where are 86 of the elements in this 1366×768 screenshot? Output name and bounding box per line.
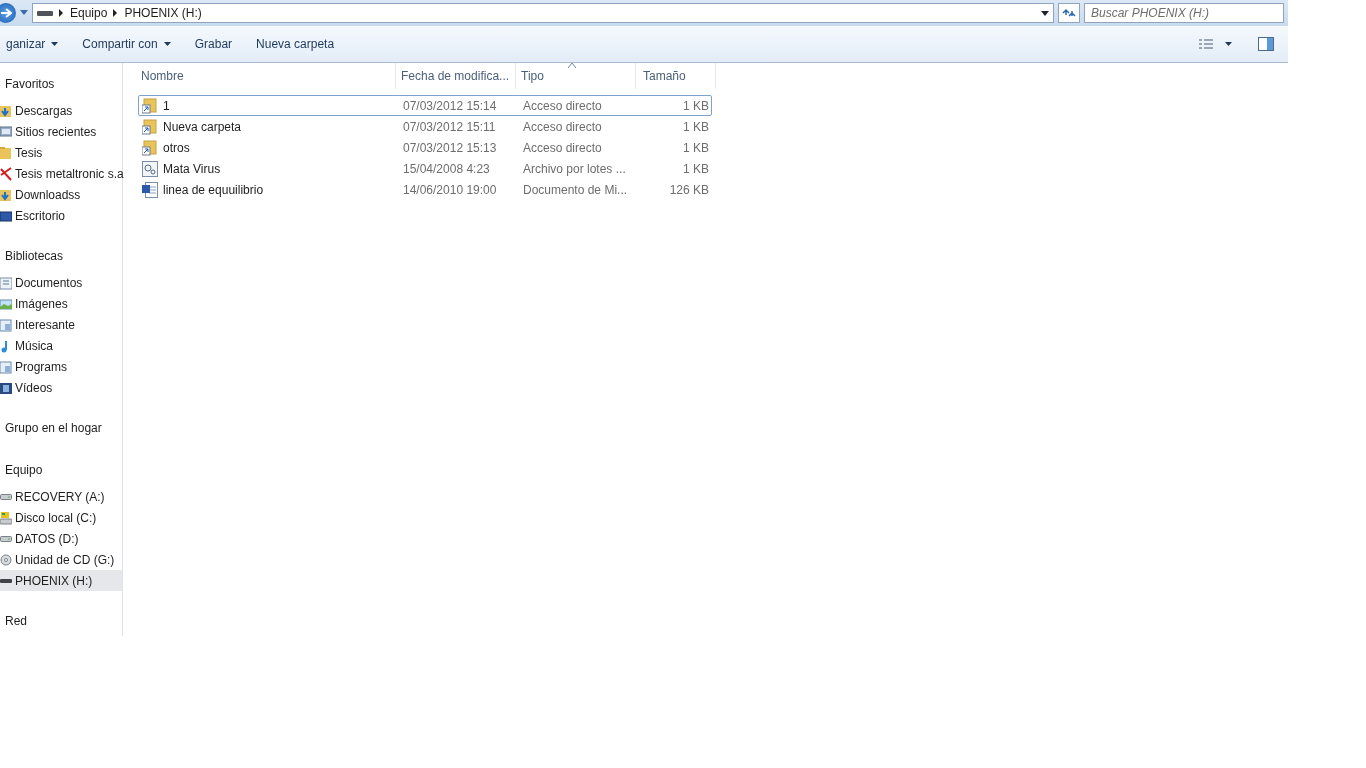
size-cell-text: 1 KB xyxy=(682,140,709,155)
nav-item[interactable]: RECOVERY (A:) xyxy=(0,486,122,507)
desktop-icon xyxy=(0,208,12,223)
word-file-icon xyxy=(142,181,158,198)
toolbar-button[interactable]: Nueva carpeta xyxy=(246,33,345,55)
drive-icon xyxy=(37,9,53,17)
nav-group-header[interactable]: Equipo xyxy=(0,461,122,482)
nav-item[interactable]: Sitios recientes xyxy=(0,121,122,142)
refresh-button[interactable] xyxy=(1058,3,1080,23)
download-icon xyxy=(0,103,12,118)
caret-icon[interactable] xyxy=(1041,10,1049,16)
nav-item[interactable]: Vídeos xyxy=(0,377,122,398)
toolbar-button[interactable]: Compartir con xyxy=(72,33,181,55)
file-row[interactable]: Mata Virus 15/04/2008 4:23 Archivo por lotes ... 1 KB xyxy=(138,158,712,179)
nav-item[interactable]: PHOENIX (H:) xyxy=(0,570,122,591)
pictures-icon xyxy=(0,296,12,311)
nav-item[interactable]: Tesis xyxy=(0,142,122,163)
nav-item[interactable]: Documentos xyxy=(0,272,122,293)
nav-group-header[interactable]: Bibliotecas xyxy=(0,247,122,268)
file-row[interactable]: linea de equuilibrio 14/06/2010 19:00 Documento de Mi... 126 KB xyxy=(138,179,712,200)
chevron-icon[interactable] xyxy=(113,9,119,17)
nav-item[interactable]: DATOS (D:) xyxy=(0,528,122,549)
removable-drive-icon xyxy=(0,578,12,583)
type-cell-text: Acceso directo xyxy=(522,98,603,113)
folder-icon xyxy=(0,145,12,160)
breadcrumb[interactable]: PHOENIX (H:) xyxy=(124,6,202,20)
documents-icon xyxy=(0,275,12,290)
nav-item[interactable]: Downloadss xyxy=(0,184,122,205)
column-header[interactable]: Fecha de modifica... xyxy=(396,63,516,89)
chevron-icon[interactable] xyxy=(59,9,64,17)
nav-item[interactable]: Imágenes xyxy=(0,293,122,314)
type-cell-text: Acceso directo xyxy=(522,119,603,134)
toolbar-button[interactable]: ganizar xyxy=(0,33,69,55)
preview-pane-icon[interactable] xyxy=(1258,37,1274,51)
address-bar[interactable]: Equipo PHOENIX (H:) xyxy=(32,3,1054,23)
file-name: Nueva carpeta xyxy=(163,119,242,134)
file-row[interactable]: otros 07/03/2012 15:13 Acceso directo 1 KB xyxy=(138,137,712,158)
size-cell-text: 1 KB xyxy=(682,98,709,113)
nav-item[interactable]: Interesante xyxy=(0,314,122,335)
breadcrumb[interactable]: Equipo xyxy=(70,6,108,20)
arrow-icon xyxy=(0,8,12,18)
nav-group-header[interactable]: Red xyxy=(0,612,122,633)
date-cell-text: 07/03/2012 15:13 xyxy=(402,140,498,155)
type-cell-text: Archivo por lotes ... xyxy=(522,161,627,176)
column-header[interactable]: Tipo xyxy=(516,63,636,89)
date-cell-text: 07/03/2012 15:11 xyxy=(402,119,497,134)
file-name: otros xyxy=(163,140,190,155)
nav-group-header[interactable]: Grupo en el hogar xyxy=(0,419,122,440)
drive-icon xyxy=(0,535,12,542)
date-cell-text: 07/03/2012 15:14 xyxy=(402,98,498,113)
shortcut-file-icon xyxy=(142,97,158,114)
nav-item[interactable]: Música xyxy=(0,335,122,356)
nav-group-header[interactable]: Favoritos xyxy=(0,75,122,96)
nav-item[interactable]: Escritorio xyxy=(0,205,122,226)
file-row[interactable]: 1 07/03/2012 15:14 Acceso directo 1 KB xyxy=(138,95,712,116)
shortcut-file-icon xyxy=(142,118,158,135)
refresh-icon xyxy=(1062,7,1076,19)
library-icon xyxy=(0,317,12,332)
videos-icon xyxy=(0,380,12,395)
shortcut-file-icon xyxy=(142,139,158,156)
drive-icon xyxy=(0,493,12,500)
nav-item[interactable]: Tesis metaltronic s.a xyxy=(0,163,122,184)
library-icon xyxy=(0,359,12,374)
file-name: linea de equuilibrio xyxy=(163,182,264,197)
nav-item[interactable]: Programs xyxy=(0,356,122,377)
nav-item[interactable]: Descargas xyxy=(0,100,122,121)
nav-item[interactable]: Disco local (C:) xyxy=(0,507,122,528)
date-cell-text: 15/04/2008 4:23 xyxy=(402,161,491,176)
toolbar-button[interactable]: Grabar xyxy=(184,33,243,55)
caret-icon[interactable] xyxy=(1225,42,1232,46)
size-cell-text: 1 KB xyxy=(682,119,709,134)
column-header[interactable]: Nombre xyxy=(136,63,396,89)
size-cell-text: 126 KB xyxy=(668,182,709,197)
type-cell-text: Documento de Mi... xyxy=(522,182,629,197)
size-cell-text: 1 KB xyxy=(682,161,709,176)
back-button[interactable] xyxy=(0,3,16,23)
file-name: 1 xyxy=(163,98,170,113)
file-name: Mata Virus xyxy=(163,161,221,176)
column-header[interactable]: Tamaño xyxy=(636,63,716,89)
type-cell-text: Acceso directo xyxy=(522,140,603,155)
download-icon xyxy=(0,187,12,202)
nav-item[interactable]: Unidad de CD (G:) xyxy=(0,549,122,570)
file-row[interactable]: Nueva carpeta 07/03/2012 15:11 Acceso directo 1 KB xyxy=(138,116,712,137)
batch-file-icon xyxy=(142,160,158,177)
date-cell-text: 14/06/2010 19:00 xyxy=(402,182,498,197)
search-field[interactable]: Buscar PHOENIX (H:) xyxy=(1084,3,1284,23)
